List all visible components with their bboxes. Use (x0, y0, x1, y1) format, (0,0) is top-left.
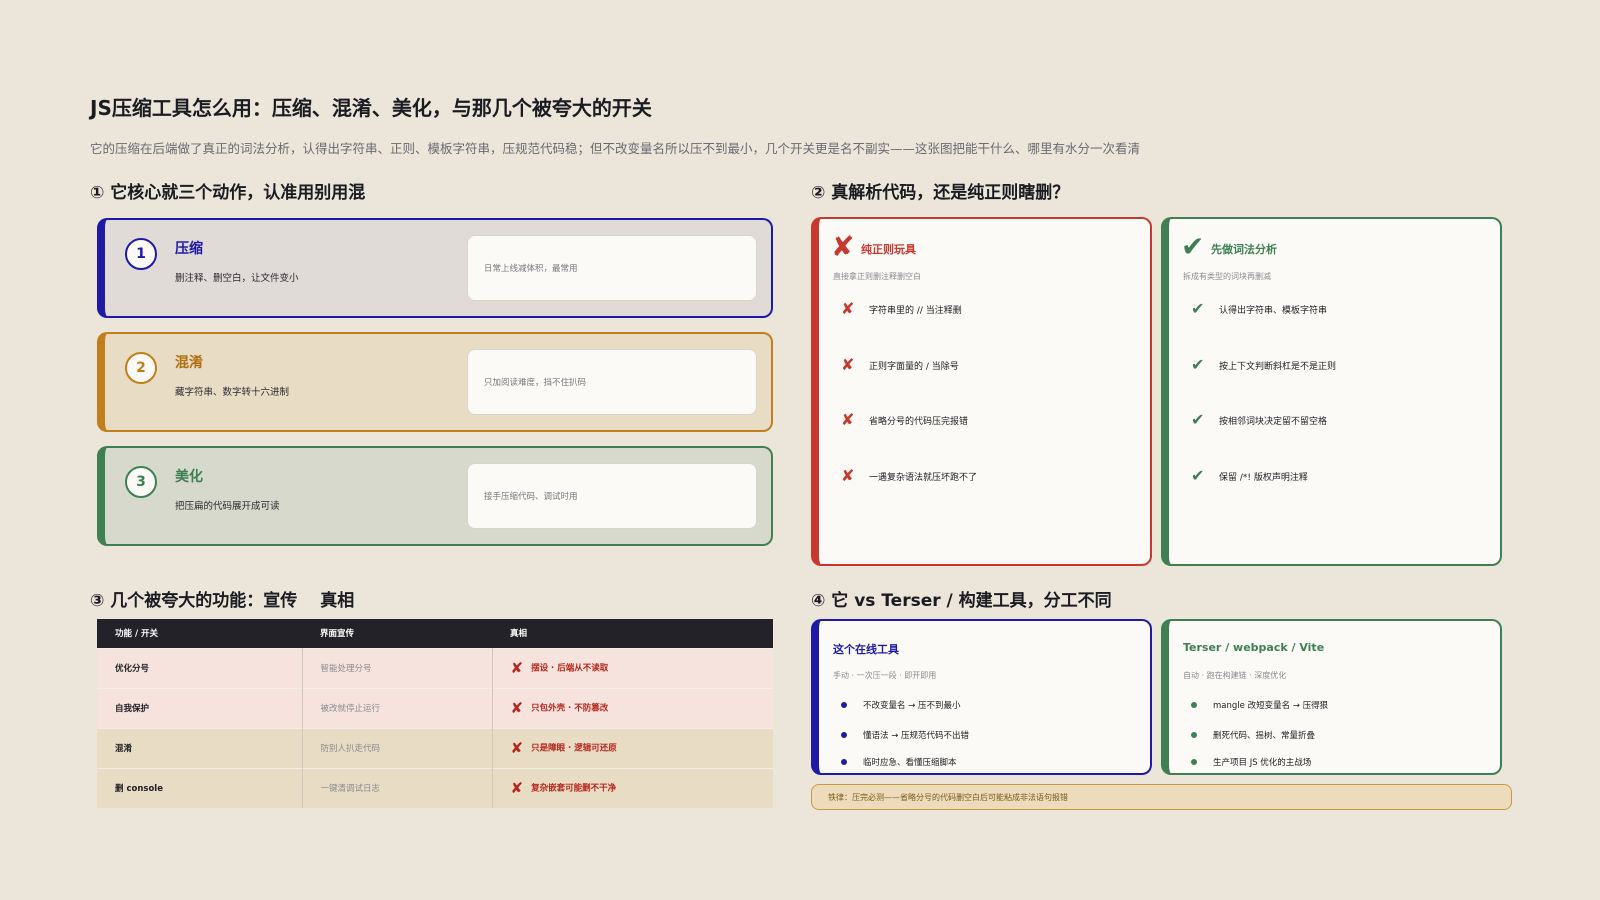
column-header: 界面宣传 (302, 619, 492, 648)
card-title: 美化 (175, 469, 203, 485)
check-icon: ✔ (1191, 466, 1205, 485)
list-item: 生产项目 JS 优化的主战场 (1191, 756, 1311, 768)
cross-icon: ✘ (510, 739, 524, 757)
card-note: 日常上线减体积，最常用 (467, 235, 757, 301)
card-note: 接手压缩代码、调试时用 (467, 463, 757, 529)
list-item: 不改变量名 → 压不到最小 (841, 699, 961, 711)
check-icon: ✔ (1191, 299, 1205, 318)
action-card-beautify: 3 美化 把压扁的代码展开成可读 接手压缩代码、调试时用 (97, 446, 773, 546)
list-item: ✘ 正则字面量的 / 当除号 (841, 355, 959, 374)
bullet-icon (1191, 702, 1197, 708)
lexer-panel: ✔ 先做词法分析 拆成有类型的词块再删减 ✔ 认得出字符串、模板字符串 ✔ 按上下文… (1161, 217, 1502, 566)
panel-subtitle: 直接拿正则删注释删空白 (833, 272, 921, 281)
check-icon: ✔ (1181, 230, 1205, 263)
table-row: 删 console 一键清调试日志 ✘ 复杂嵌套可能删不干净 (97, 767, 773, 808)
list-item: mangle 改短变量名 → 压得狠 (1191, 699, 1328, 711)
cross-icon: ✘ (841, 466, 855, 485)
card-subtitle: 自动 · 跑在构建链 · 深度优化 (1183, 671, 1287, 680)
step-number-badge: 1 (125, 238, 157, 270)
panel-title: 纯正则玩具 (861, 243, 916, 256)
action-card-obfuscate: 2 混淆 藏字符串、数字转十六进制 只加阅读难度，挡不住扒码 (97, 332, 773, 432)
bullet-icon (841, 702, 847, 708)
card-title: Terser / webpack / Vite (1183, 641, 1325, 654)
warning-banner: 铁律：压完必测——省略分号的代码删空白后可能粘成非法语句报错 (811, 784, 1512, 810)
page-title: JS压缩工具怎么用：压缩、混淆、美化，与那几个被夸大的开关 (90, 96, 652, 120)
bullet-icon (1191, 759, 1197, 765)
bullet-icon (1191, 732, 1197, 738)
list-item: ✘ 省略分号的代码压完报错 (841, 410, 969, 429)
check-icon: ✔ (1191, 410, 1205, 429)
step-number-badge: 3 (125, 466, 157, 498)
table-row: 混淆 防别人扒走代码 ✘ 只是障眼 · 逻辑可还原 (97, 727, 773, 768)
list-item: ✔ 按上下文判断斜杠是不是正则 (1191, 355, 1337, 374)
panel-subtitle: 拆成有类型的词块再删减 (1183, 272, 1271, 281)
cross-icon: ✘ (841, 410, 855, 429)
table-row: 优化分号 智能处理分号 ✘ 摆设 · 后端从不读取 (97, 647, 773, 688)
bullet-icon (841, 759, 847, 765)
online-tool-card: 这个在线工具 手动 · 一次压一段 · 即开即用 不改变量名 → 压不到最小 懂… (811, 619, 1152, 775)
cross-icon: ✘ (510, 699, 524, 717)
list-item: 临时应急、看懂压缩脚本 (841, 756, 957, 768)
section2-heading: ② 真解析代码，还是纯正则瞎删？ (811, 183, 1070, 203)
cross-icon: ✘ (510, 659, 524, 677)
list-item: ✔ 按相邻词块决定留不留空格 (1191, 410, 1328, 429)
page-subtitle: 它的压缩在后端做了真正的词法分析，认得出字符串、正则、模板字符串，压规范代码稳；… (90, 141, 1141, 156)
card-title: 这个在线工具 (833, 643, 899, 656)
cross-icon: ✘ (510, 779, 524, 798)
cross-icon: ✘ (841, 299, 855, 318)
card-description: 把压扁的代码展开成可读 (175, 501, 280, 512)
card-description: 藏字符串、数字转十六进制 (175, 387, 290, 398)
step-number-badge: 2 (125, 352, 157, 384)
card-title: 混淆 (175, 355, 203, 371)
section3-heading: ③ 几个被夸大的功能：宣传 真相 (90, 591, 355, 611)
card-description: 删注释、删空白，让文件变小 (175, 273, 299, 284)
section1-heading: ① 它核心就三个动作，认准用别用混 (90, 183, 366, 203)
bullet-icon (841, 732, 847, 738)
list-item: ✔ 认得出字符串、模板字符串 (1191, 299, 1328, 318)
cross-icon: ✘ (831, 230, 855, 263)
card-subtitle: 手动 · 一次压一段 · 即开即用 (833, 671, 937, 680)
panel-title: 先做词法分析 (1211, 243, 1277, 256)
check-icon: ✔ (1191, 355, 1205, 374)
list-item: ✘ 一遇复杂语法就压坏跑不了 (841, 466, 978, 485)
feature-truth-table: 功能 / 开关 界面宣传 真相 优化分号 智能处理分号 ✘ 摆设 · 后端从不读取… (97, 619, 773, 808)
column-header: 功能 / 开关 (97, 619, 302, 648)
list-item: ✘ 字符串里的 // 当注释删 (841, 299, 962, 318)
list-item: ✔ 保留 /*! 版权声明注释 (1191, 466, 1308, 485)
cross-icon: ✘ (841, 355, 855, 374)
card-note: 只加阅读难度，挡不住扒码 (467, 349, 757, 415)
action-card-compress: 1 压缩 删注释、删空白，让文件变小 日常上线减体积，最常用 (97, 218, 773, 318)
build-tool-card: Terser / webpack / Vite 自动 · 跑在构建链 · 深度优… (1161, 619, 1502, 775)
table-row: 自我保护 被改就停止运行 ✘ 只包外壳 · 不防篡改 (97, 687, 773, 728)
regex-toy-panel: ✘ 纯正则玩具 直接拿正则删注释删空白 ✘ 字符串里的 // 当注释删 ✘ 正则字面… (811, 217, 1152, 566)
column-header: 真相 (492, 619, 773, 648)
list-item: 懂语法 → 压规范代码不出错 (841, 729, 969, 741)
list-item: 删死代码、摇树、常量折叠 (1191, 729, 1315, 741)
section4-heading: ④ 它 vs Terser / 构建工具，分工不同 (811, 591, 1112, 611)
card-title: 压缩 (175, 241, 203, 257)
